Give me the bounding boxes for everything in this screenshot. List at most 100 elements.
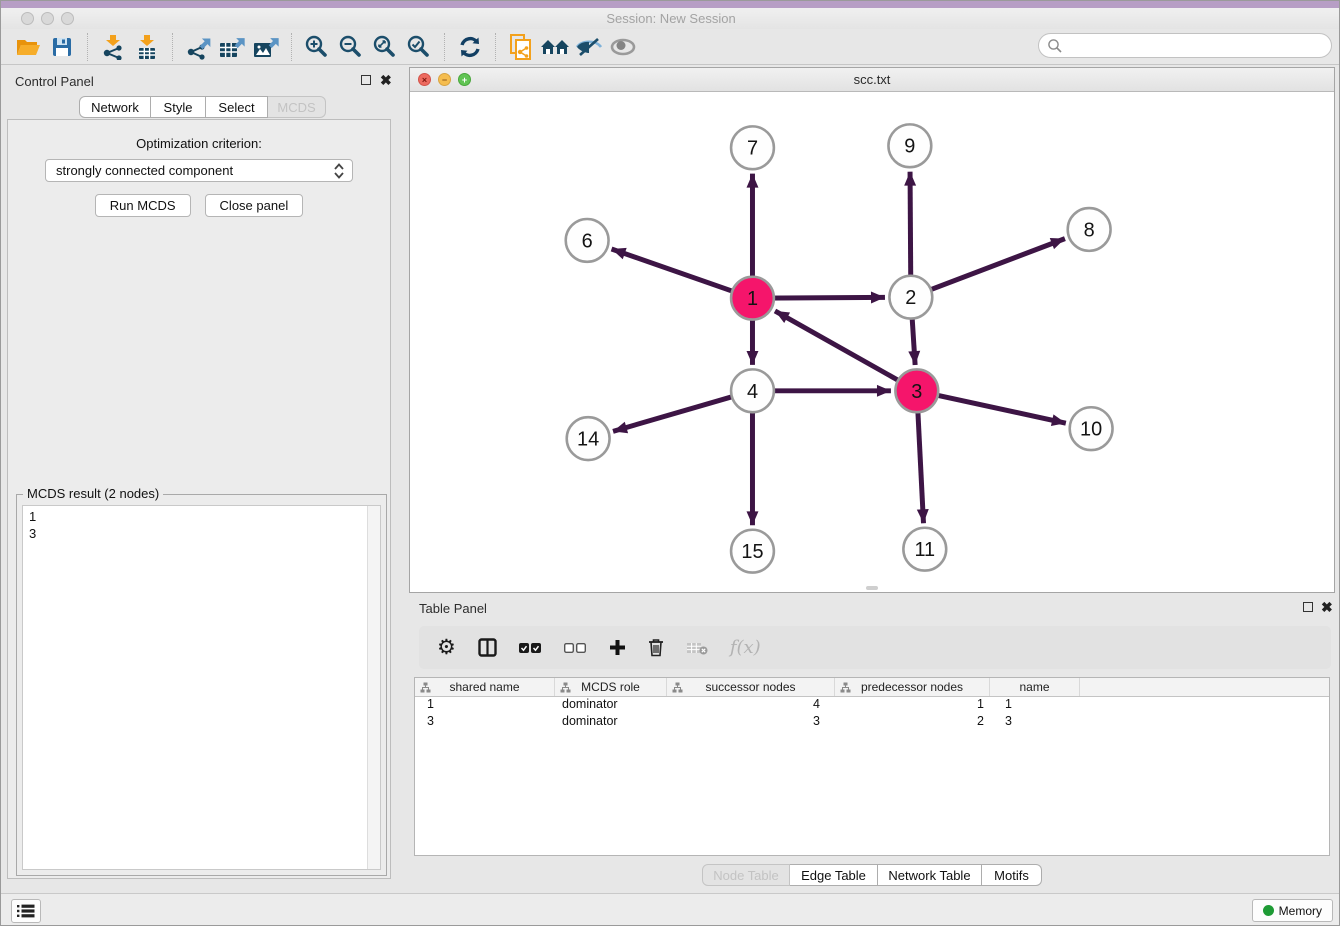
mcds-panel: Optimization criterion: strongly connect…: [7, 119, 391, 879]
cell-MCDS-role[interactable]: dominator: [555, 714, 667, 731]
tab-network-table[interactable]: Network Table: [878, 864, 982, 886]
cell-shared-name[interactable]: 3: [415, 714, 555, 731]
show-graphics-details-icon[interactable]: [606, 32, 640, 62]
run-mcds-button[interactable]: Run MCDS: [95, 194, 191, 217]
cell-predecessor-nodes[interactable]: 2: [835, 714, 990, 731]
mcds-result-list[interactable]: 13: [22, 505, 381, 870]
tab-node-table[interactable]: Node Table: [702, 864, 790, 886]
column-header-successor-nodes[interactable]: successor nodes: [667, 678, 835, 696]
tab-network[interactable]: Network: [79, 96, 151, 118]
float-table-panel-icon[interactable]: [1303, 601, 1313, 615]
refresh-glyph: [457, 34, 483, 60]
toolbar-separator: [172, 33, 173, 61]
result-scrollbar[interactable]: [367, 506, 380, 869]
cell-name[interactable]: 3: [990, 714, 1080, 731]
column-label: MCDS role: [581, 680, 640, 694]
folder-icon: [15, 35, 41, 59]
tab-mcds[interactable]: MCDS: [268, 96, 326, 118]
import-network-icon[interactable]: [96, 32, 130, 62]
cell-shared-name[interactable]: 1: [415, 697, 555, 714]
zoom-selected-icon[interactable]: [402, 32, 436, 62]
task-history-button[interactable]: [11, 899, 41, 923]
refresh-view-icon[interactable]: [453, 32, 487, 62]
import-table-glyph: [135, 34, 159, 60]
delete-table-icon[interactable]: [686, 641, 708, 655]
float-box-glyph: [1303, 602, 1313, 612]
search-input[interactable]: [1038, 33, 1332, 58]
mcds-result-title: MCDS result (2 nodes): [23, 486, 163, 501]
result-item[interactable]: 3: [29, 525, 380, 542]
clone-network-icon[interactable]: [504, 32, 538, 62]
column-label: shared name: [449, 680, 519, 694]
node-label-7: 7: [747, 138, 758, 160]
zoom-in-icon[interactable]: [300, 32, 334, 62]
horizontal-scroll-handle[interactable]: [866, 586, 878, 590]
cell-name[interactable]: 1: [990, 697, 1080, 714]
tree-column-icon: [420, 682, 431, 693]
tab-select[interactable]: Select: [206, 96, 268, 118]
network-window-titlebar[interactable]: × − + scc.txt: [410, 68, 1334, 92]
criterion-select[interactable]: strongly connected component: [45, 159, 353, 182]
magnifier-plus-glyph: [304, 34, 330, 60]
cell-successor-nodes[interactable]: 3: [667, 714, 835, 731]
edge-3-10[interactable]: [917, 391, 1066, 423]
column-header-predecessor-nodes[interactable]: predecessor nodes: [835, 678, 990, 696]
column-header-MCDS-role[interactable]: MCDS role: [555, 678, 667, 696]
magnifier-minus-glyph: [338, 34, 364, 60]
table-panel-title: Table Panel: [419, 601, 487, 616]
tab-style[interactable]: Style: [151, 96, 206, 118]
function-builder-icon[interactable]: f(x): [730, 637, 761, 658]
column-header-shared-name[interactable]: shared name: [415, 678, 555, 696]
memory-button[interactable]: Memory: [1252, 899, 1333, 922]
memory-label: Memory: [1279, 904, 1322, 918]
titlebar[interactable]: Session: New Session: [1, 8, 1340, 29]
table-row[interactable]: 1dominator411: [415, 697, 1329, 714]
eye-slash-glyph: [575, 35, 603, 59]
status-bar: Memory: [1, 893, 1340, 926]
settings-gear-icon[interactable]: ⚙: [437, 635, 456, 660]
import-table-icon[interactable]: [130, 32, 164, 62]
export-image-glyph: [252, 34, 280, 60]
export-network-icon[interactable]: [181, 32, 215, 62]
open-file-icon[interactable]: [11, 32, 45, 62]
floppy-icon: [50, 35, 74, 59]
add-column-icon[interactable]: [609, 639, 626, 656]
hide-graphics-details-icon[interactable]: [572, 32, 606, 62]
tab-motifs[interactable]: Motifs: [982, 864, 1042, 886]
export-image-icon[interactable]: [249, 32, 283, 62]
select-all-columns-icon[interactable]: [519, 642, 542, 654]
table-row[interactable]: 3dominator323: [415, 714, 1329, 731]
cell-MCDS-role[interactable]: dominator: [555, 697, 667, 714]
result-item[interactable]: 1: [29, 508, 380, 525]
export-table-icon[interactable]: [215, 32, 249, 62]
zoom-fit-icon[interactable]: [368, 32, 402, 62]
node-table[interactable]: shared name MCDS role successor nodes prede…: [414, 677, 1330, 856]
main-toolbar: [1, 29, 1340, 65]
node-table-body: 1dominator4113dominator323: [415, 697, 1329, 731]
float-panel-icon[interactable]: [361, 74, 371, 88]
deselect-all-columns-icon[interactable]: [564, 642, 587, 654]
network-view-title: scc.txt: [410, 72, 1334, 87]
zoom-out-icon[interactable]: [334, 32, 368, 62]
cell-successor-nodes[interactable]: 4: [667, 697, 835, 714]
edge-3-1[interactable]: [775, 311, 917, 391]
delete-columns-icon[interactable]: [648, 638, 664, 657]
control-panel: Control Panel ✖ NetworkStyleSelectMCDS O…: [1, 65, 397, 887]
save-session-icon[interactable]: [45, 32, 79, 62]
show-all-views-icon[interactable]: [538, 32, 572, 62]
edge-2-8[interactable]: [911, 239, 1065, 298]
column-label: name: [1019, 680, 1049, 694]
close-panel-button[interactable]: Close panel: [205, 194, 304, 217]
node-label-6: 6: [582, 230, 593, 252]
cell-predecessor-nodes[interactable]: 1: [835, 697, 990, 714]
column-header-name[interactable]: name: [990, 678, 1080, 696]
close-panel-icon[interactable]: ✖: [380, 72, 392, 89]
network-graph-canvas[interactable]: 1234678910111415: [410, 92, 1336, 592]
close-table-panel-icon[interactable]: ✖: [1321, 599, 1333, 616]
tab-edge-table[interactable]: Edge Table: [790, 864, 878, 886]
node-label-15: 15: [741, 541, 763, 563]
toggle-column-view-icon[interactable]: [478, 638, 497, 657]
column-label: predecessor nodes: [861, 680, 963, 694]
window-accent-strip: [1, 1, 1340, 8]
export-network-glyph: [185, 34, 211, 60]
